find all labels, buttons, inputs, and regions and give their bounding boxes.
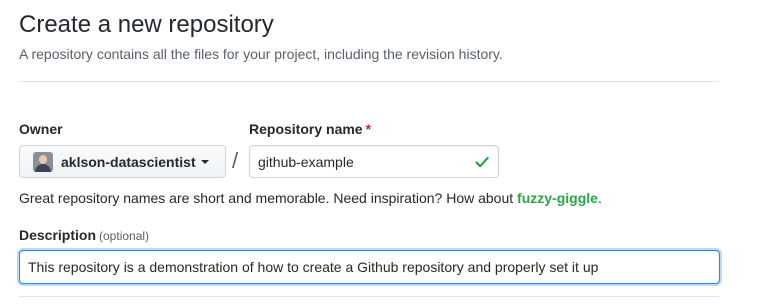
repository-name-label-text: Repository name	[249, 121, 363, 137]
repository-name-field	[249, 145, 499, 178]
hint-suffix: .	[597, 190, 602, 206]
owner-label-text: Owner	[19, 121, 63, 137]
required-marker: *	[365, 121, 372, 137]
owner-repo-separator: /	[232, 148, 239, 173]
page-title: Create a new repository	[19, 11, 274, 38]
avatar	[33, 151, 53, 172]
repository-name-input[interactable]	[250, 146, 465, 177]
name-suggestion-link[interactable]: fuzzy-giggle	[517, 190, 598, 206]
repository-name-label: Repository name *	[249, 120, 371, 138]
caret-down-icon	[200, 159, 209, 164]
owner-name: aklson-datascientist	[61, 153, 196, 170]
description-label: Description (optional)	[19, 226, 149, 245]
owner-label: Owner	[19, 120, 63, 138]
description-label-text: Description	[19, 227, 97, 243]
hint-text: Great repository names are short and mem…	[19, 190, 518, 206]
page-subtitle: A repository contains all the files for …	[19, 46, 503, 62]
optional-note: (optional)	[99, 229, 150, 243]
section-divider	[19, 296, 719, 297]
header-divider	[19, 81, 719, 82]
owner-dropdown-button[interactable]: aklson-datascientist	[19, 145, 226, 178]
check-icon	[475, 156, 489, 168]
repository-name-hint: Great repository names are short and mem…	[19, 188, 602, 208]
description-input[interactable]	[19, 250, 720, 284]
